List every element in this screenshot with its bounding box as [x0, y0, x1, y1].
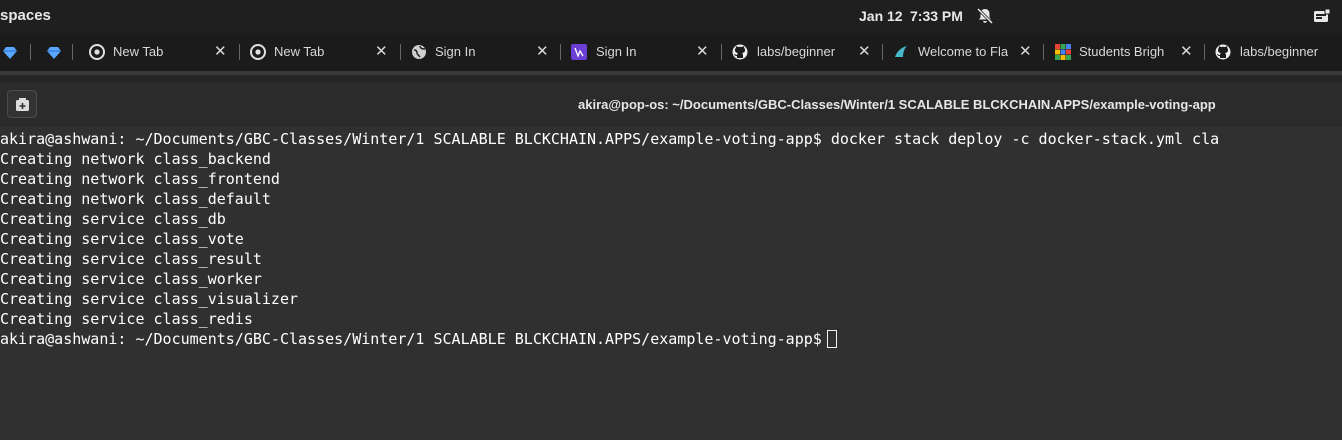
clock-date[interactable]: Jan 12 — [859, 8, 903, 24]
add-tab-icon — [16, 98, 29, 111]
tab-pinned-2[interactable] — [40, 33, 80, 71]
tab-new-tab-1[interactable]: New Tab ✕ — [80, 33, 240, 71]
close-icon[interactable]: ✕ — [375, 42, 388, 60]
chrome-icon — [89, 44, 105, 60]
clock-time[interactable]: 7:33 PM — [910, 8, 963, 24]
terminal-output[interactable]: akira@ashwani: ~/Documents/GBC-Classes/W… — [0, 127, 1342, 440]
terminal-window-title: akira@pop-os: ~/Documents/GBC-Classes/Wi… — [578, 97, 1216, 112]
tab-separator — [72, 44, 73, 60]
terminal-line: Creating network class_default — [0, 190, 271, 208]
close-icon[interactable]: ✕ — [1019, 42, 1032, 60]
terminal-line: Creating network class_backend — [0, 150, 271, 168]
tab-labs-beginner-2[interactable]: labs/beginner — [1205, 33, 1342, 71]
workspaces-button[interactable]: spaces — [0, 7, 51, 24]
tab-label: Welcome to Fla — [918, 44, 1008, 59]
terminal-line: akira@ashwani: ~/Documents/GBC-Classes/W… — [0, 130, 1220, 148]
diamond-icon — [47, 47, 61, 59]
close-icon[interactable]: ✕ — [214, 42, 227, 60]
globe-icon — [412, 45, 426, 59]
tab-label: New Tab — [274, 44, 325, 59]
tab-label: Students Brigh — [1079, 44, 1165, 59]
notifications-off-icon[interactable] — [976, 7, 994, 25]
terminal-prompt-line[interactable]: akira@ashwani: ~/Documents/GBC-Classes/W… — [0, 330, 837, 348]
top-bar: spaces Jan 12 7:33 PM — [0, 0, 1342, 33]
tab-sign-in-1[interactable]: Sign In ✕ — [400, 33, 561, 71]
close-icon[interactable]: ✕ — [858, 42, 871, 60]
terminal-line: Creating service class_vote — [0, 230, 244, 248]
github-icon — [1215, 44, 1231, 60]
flask-icon — [895, 46, 907, 57]
grid-icon — [1055, 44, 1071, 60]
tab-new-tab-2[interactable]: New Tab ✕ — [240, 33, 401, 71]
chrome-icon — [250, 44, 266, 60]
terminal-line: Creating service class_redis — [0, 310, 253, 328]
tab-sign-in-2[interactable]: Sign In ✕ — [561, 33, 722, 71]
tab-welcome-flask[interactable]: Welcome to Fla ✕ — [883, 33, 1044, 71]
terminal-line: Creating service class_db — [0, 210, 226, 228]
shell-prompt: akira@ashwani: ~/Documents/GBC-Classes/W… — [0, 330, 822, 348]
close-icon[interactable]: ✕ — [536, 42, 549, 60]
tab-label: New Tab — [113, 44, 164, 59]
github-icon — [732, 44, 748, 60]
tab-students-bright[interactable]: Students Brigh ✕ — [1044, 33, 1205, 71]
system-menu-icon[interactable] — [1313, 8, 1331, 24]
close-icon[interactable]: ✕ — [696, 42, 709, 60]
diamond-icon — [3, 47, 17, 59]
tab-pinned-1[interactable] — [0, 33, 31, 71]
window-gap — [0, 75, 1342, 83]
tab-label: labs/beginner — [757, 44, 836, 59]
terminal-line: Creating service class_result — [0, 250, 262, 268]
tab-label: Sign In — [596, 44, 637, 59]
close-icon[interactable]: ✕ — [1180, 42, 1193, 60]
terminal-line: Creating service class_worker — [0, 270, 262, 288]
tab-separator — [30, 44, 31, 60]
new-terminal-tab-button[interactable] — [7, 90, 37, 118]
tab-label: labs/beginner — [1240, 44, 1319, 59]
terminal-line: Creating network class_frontend — [0, 170, 280, 188]
text-cursor — [826, 330, 837, 348]
terminal-line: Creating service class_visualizer — [0, 290, 299, 308]
tab-labs-beginner-1[interactable]: labs/beginner ✕ — [722, 33, 883, 71]
tab-label: Sign In — [435, 44, 476, 59]
purple-app-icon — [571, 44, 587, 60]
